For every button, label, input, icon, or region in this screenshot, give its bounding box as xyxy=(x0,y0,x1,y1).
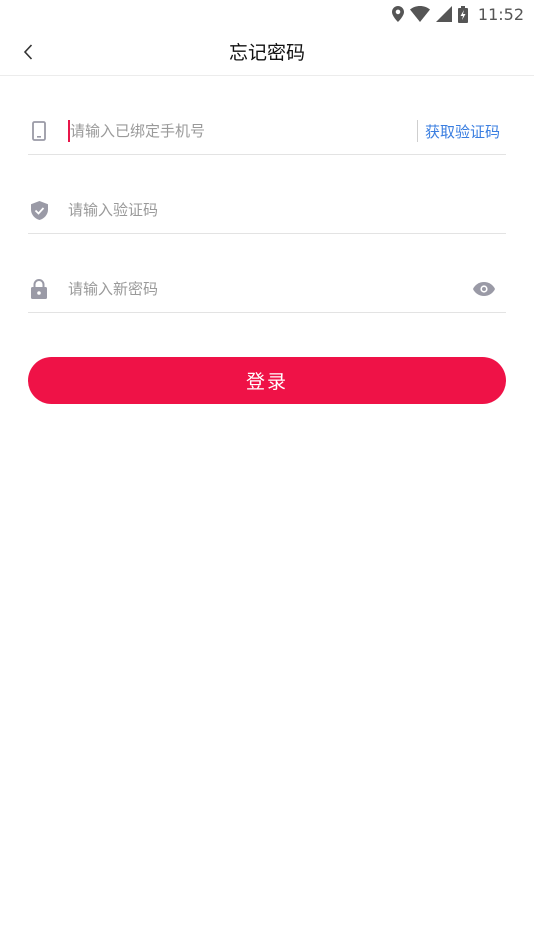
eye-icon[interactable] xyxy=(472,278,496,300)
password-field-row xyxy=(28,234,506,313)
battery-charging-icon xyxy=(457,5,468,23)
nav-bar: 忘记密码 xyxy=(0,28,534,76)
wifi-icon xyxy=(409,6,430,22)
phone-icon xyxy=(28,120,50,142)
code-field-row xyxy=(28,155,506,234)
back-button[interactable] xyxy=(14,38,42,66)
chevron-left-icon xyxy=(23,44,33,60)
phone-input[interactable] xyxy=(68,120,417,142)
new-password-input[interactable] xyxy=(68,278,472,300)
location-icon xyxy=(391,6,404,22)
shield-icon xyxy=(28,199,50,221)
phone-field-row: 获取验证码 xyxy=(28,76,506,155)
login-button[interactable]: 登录 xyxy=(28,357,506,404)
status-time: 11:52 xyxy=(477,4,524,24)
page-title: 忘记密码 xyxy=(228,42,305,64)
signal-icon xyxy=(435,6,452,22)
verification-code-input[interactable] xyxy=(68,199,506,221)
reset-password-form: 获取验证码 xyxy=(28,76,506,313)
lock-icon xyxy=(28,278,50,300)
get-code-button[interactable]: 获取验证码 xyxy=(416,120,500,142)
status-bar: 11:52 xyxy=(0,0,534,28)
